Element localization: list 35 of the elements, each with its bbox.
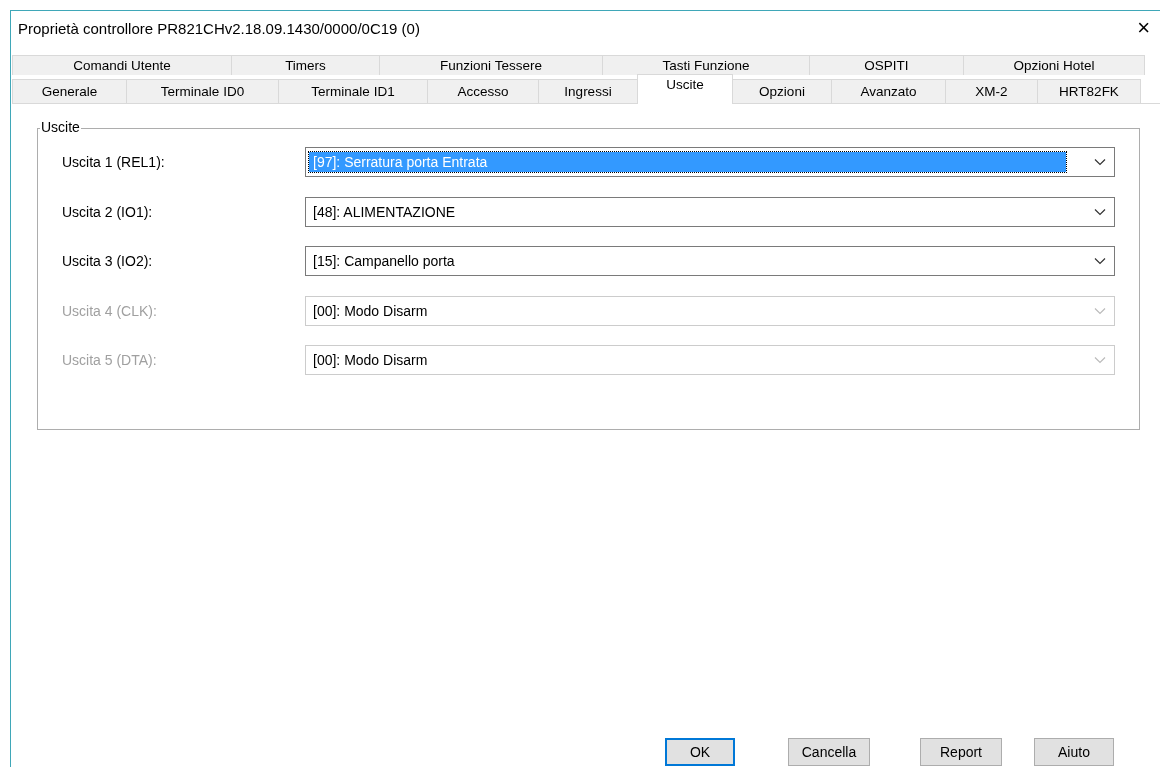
chevron-down-icon (1094, 306, 1106, 315)
close-button[interactable]: × (1133, 17, 1154, 39)
tab[interactable]: Uscite (637, 74, 733, 104)
tab[interactable]: Terminale ID0 (126, 79, 279, 103)
group-title: Uscite (40, 119, 81, 135)
dropdown[interactable]: [48]: ALIMENTAZIONE (305, 196, 1115, 227)
chevron-down-icon (1094, 257, 1106, 265)
tab[interactable]: Accesso (427, 79, 539, 103)
field-label: Uscita 4 (CLK): (62, 302, 158, 319)
tab[interactable]: Opzioni Hotel (963, 55, 1145, 75)
chevron-down-icon (1094, 356, 1106, 364)
tab[interactable]: OSPITI (809, 55, 964, 75)
tab[interactable]: Terminale ID1 (278, 79, 428, 103)
tab[interactable]: HRT82FK (1037, 79, 1141, 103)
tab[interactable]: Avanzato (831, 79, 946, 103)
dialog-button[interactable]: Cancella (788, 738, 870, 766)
tab[interactable]: Tasti Funzione (602, 55, 810, 75)
field-label: Uscita 3 (IO2): (62, 253, 154, 269)
field-label: Uscita 2 (IO1): (62, 203, 154, 220)
tab[interactable]: Generale (12, 79, 127, 103)
tab[interactable]: Funzioni Tessere (379, 55, 603, 75)
dialog-button[interactable]: OK (665, 738, 735, 766)
chevron-down-icon (1094, 207, 1106, 216)
field-label: Uscita 1 (REL1): (62, 154, 166, 170)
field-label: Uscita 5 (DTA): (62, 352, 158, 368)
window-title: Proprietà controllore PR821CHv2.18.09.1430/0000/0C19 (0) (18, 19, 420, 37)
dialog-button[interactable]: Aiuto (1034, 738, 1114, 766)
dialog-button[interactable]: Report (920, 738, 1002, 766)
dropdown[interactable]: [15]: Campanello porta (305, 246, 1115, 276)
tab[interactable]: XM-2 (945, 79, 1038, 103)
tab[interactable]: Ingressi (538, 79, 638, 103)
tab[interactable]: Timers (231, 55, 380, 75)
chevron-down-icon (1094, 158, 1106, 166)
tab[interactable]: Comandi Utente (12, 55, 232, 75)
tab[interactable]: Opzioni (732, 79, 832, 103)
